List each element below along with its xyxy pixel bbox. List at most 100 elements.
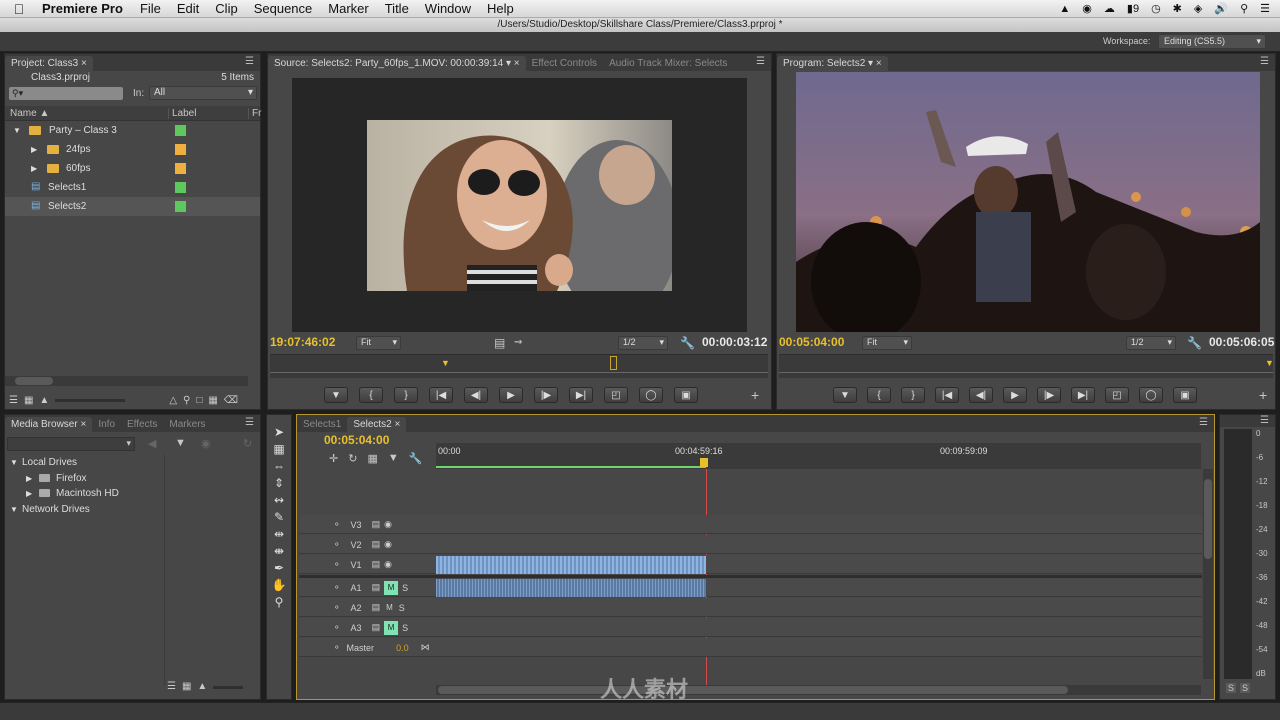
zoom-slider[interactable] xyxy=(55,399,126,402)
menu-marker[interactable]: Marker xyxy=(320,1,376,16)
program-playhead-timecode[interactable]: 00:05:04:00 xyxy=(779,335,844,349)
add-button-icon[interactable]: + xyxy=(1259,387,1267,403)
menu-window[interactable]: Window xyxy=(417,1,479,16)
lock-icon[interactable]: ⚬ xyxy=(333,582,341,593)
search-icon[interactable]: ⚲ xyxy=(1240,2,1248,15)
panel-menu-icon[interactable]: ☰ xyxy=(245,56,254,67)
marker-icon[interactable]: ▼ xyxy=(388,452,399,465)
wrench-icon[interactable]: 🔧 xyxy=(409,452,423,465)
menu-clip[interactable]: Clip xyxy=(207,1,245,16)
solo-right-button[interactable]: S xyxy=(1240,683,1251,693)
track-header-a3[interactable]: ⚬ A3 ▤ M S xyxy=(299,618,435,637)
drag-video-icon[interactable]: ▤ xyxy=(494,336,505,350)
tab-markers[interactable]: Markers xyxy=(163,417,211,432)
search-input[interactable]: ⚲▾ xyxy=(9,87,123,100)
mark-in-button[interactable]: { xyxy=(359,387,383,403)
disclosure-open-icon[interactable]: ▼ xyxy=(13,121,21,140)
film-icon[interactable]: ▤ xyxy=(372,582,381,593)
step-forward-button[interactable]: |▶ xyxy=(1037,387,1061,403)
panel-menu-icon[interactable]: ☰ xyxy=(1260,415,1269,426)
menu-title[interactable]: Title xyxy=(377,1,417,16)
zoom-small-icon[interactable]: ▲ xyxy=(39,395,49,406)
back-icon[interactable]: ◀ xyxy=(148,437,156,450)
workspace-dropdown[interactable]: Editing (CS5.5) ▾ xyxy=(1158,34,1266,49)
list-item[interactable]: ▶ 60fps xyxy=(5,159,260,178)
solo-button[interactable]: S xyxy=(402,583,408,593)
track-header-master[interactable]: ⚬ Master 0.0 ⋈ xyxy=(299,638,435,657)
clock-icon[interactable]: ◷ xyxy=(1151,2,1161,15)
tab-source[interactable]: Source: Selects2: Party_60fps_1.MOV: 00:… xyxy=(268,56,526,71)
lift-button[interactable]: ◰ xyxy=(1105,387,1129,403)
panel-menu-icon[interactable]: ☰ xyxy=(756,56,765,67)
list-item[interactable]: ▤ Selects1 xyxy=(5,178,260,197)
ripple-edit-tool-icon[interactable]: ⇔ xyxy=(269,457,289,474)
film-icon[interactable]: ▤ xyxy=(372,622,381,633)
col-name[interactable]: Name ▲ xyxy=(10,108,49,119)
menu-file[interactable]: File xyxy=(132,1,169,16)
mark-in-button[interactable]: { xyxy=(867,387,891,403)
list-item[interactable]: ▼ Party – Class 3 xyxy=(5,121,260,140)
program-resolution-dropdown[interactable]: 1/2 ▾ xyxy=(1126,336,1176,350)
tab-selects1[interactable]: Selects1 xyxy=(297,417,347,432)
eye-icon[interactable]: ◉ xyxy=(384,519,392,530)
lock-icon[interactable]: ⚬ xyxy=(333,519,341,530)
rate-stretch-tool-icon[interactable]: ↭ xyxy=(269,491,289,508)
solo-left-button[interactable]: S xyxy=(1226,683,1237,693)
wrench-icon[interactable]: 🔧 xyxy=(680,336,695,350)
master-volume[interactable]: 0.0 xyxy=(396,643,409,653)
tab-selects2[interactable]: Selects2 × xyxy=(347,417,407,432)
play-button[interactable]: ▶ xyxy=(499,387,523,403)
add-marker-button[interactable]: ▼ xyxy=(324,387,348,403)
menu-edit[interactable]: Edit xyxy=(169,1,207,16)
timeline-horizontal-scrollbar[interactable] xyxy=(436,685,1201,695)
icon-view-icon[interactable]: ▦ xyxy=(24,395,33,406)
timeline-ruler[interactable]: 00:00 00:04:59:16 00:09:59:09 xyxy=(436,443,1201,469)
tab-effects[interactable]: Effects xyxy=(121,417,163,432)
mark-out-button[interactable]: } xyxy=(394,387,418,403)
play-button[interactable]: ▶ xyxy=(1003,387,1027,403)
cloud-icon[interactable]: ☁ xyxy=(1104,2,1115,15)
source-video-display[interactable] xyxy=(292,78,747,332)
export-frame-button[interactable]: ▣ xyxy=(1173,387,1197,403)
menu-sequence[interactable]: Sequence xyxy=(246,1,321,16)
snap-icon[interactable]: ✛ xyxy=(329,452,338,465)
track-header-a1[interactable]: ⚬ A1 ▤ M S xyxy=(299,578,435,597)
track-header-v3[interactable]: ⚬ V3 ▤ ◉ xyxy=(299,515,435,534)
find-icon[interactable]: ⚲ xyxy=(183,395,190,406)
new-item-icon[interactable]: ▦ xyxy=(208,395,217,406)
add-marker-icon[interactable]: ▦ xyxy=(367,452,377,465)
program-time-ruler[interactable]: ▼ xyxy=(779,354,1274,378)
horizontal-scrollbar[interactable] xyxy=(5,376,248,386)
new-bin-icon[interactable]: □ xyxy=(196,395,202,406)
tree-drive-macintosh-hd[interactable]: ▶ Macintosh HD xyxy=(5,486,164,501)
step-back-button[interactable]: ◀| xyxy=(464,387,488,403)
step-forward-button[interactable]: |▶ xyxy=(534,387,558,403)
bluetooth-icon[interactable]: ✱ xyxy=(1173,2,1182,15)
mark-out-button[interactable]: } xyxy=(901,387,925,403)
lock-icon[interactable]: ⚬ xyxy=(333,602,341,613)
drag-audio-icon[interactable]: ⇝ xyxy=(514,337,522,348)
pen-tool-icon[interactable]: ✒ xyxy=(269,559,289,576)
go-to-out-button[interactable]: ▶| xyxy=(1071,387,1095,403)
zoom-tool-icon[interactable]: ⚲ xyxy=(269,593,289,610)
panel-menu-icon[interactable]: ☰ xyxy=(245,417,254,428)
film-icon[interactable]: ▤ xyxy=(372,519,381,530)
menu-help[interactable]: Help xyxy=(479,1,522,16)
hand-tool-icon[interactable]: ✋ xyxy=(269,576,289,593)
disclosure-closed-icon[interactable]: ▶ xyxy=(31,159,37,178)
col-fr[interactable]: Fr xyxy=(248,108,261,119)
col-label[interactable]: Label xyxy=(168,108,196,119)
tab-media-browser[interactable]: Media Browser × xyxy=(5,417,93,432)
lock-icon[interactable]: ⚬ xyxy=(333,559,341,570)
track-header-v2[interactable]: ⚬ V2 ▤ ◉ xyxy=(299,535,435,554)
source-playhead[interactable]: ▼ xyxy=(441,358,450,368)
razor-tool-icon[interactable]: ✎ xyxy=(269,508,289,525)
automate-icon[interactable]: △ xyxy=(169,395,177,406)
tree-local-drives[interactable]: ▼ Local Drives xyxy=(5,455,164,470)
work-area-bar[interactable] xyxy=(436,466,706,468)
program-video-display[interactable] xyxy=(796,72,1260,332)
program-zoom-dropdown[interactable]: Fit ▾ xyxy=(862,336,912,350)
lock-icon[interactable]: ⚬ xyxy=(333,622,341,633)
selection-tool-icon[interactable]: ➤ xyxy=(269,423,289,440)
filter-icon[interactable]: ▼ xyxy=(175,437,186,449)
